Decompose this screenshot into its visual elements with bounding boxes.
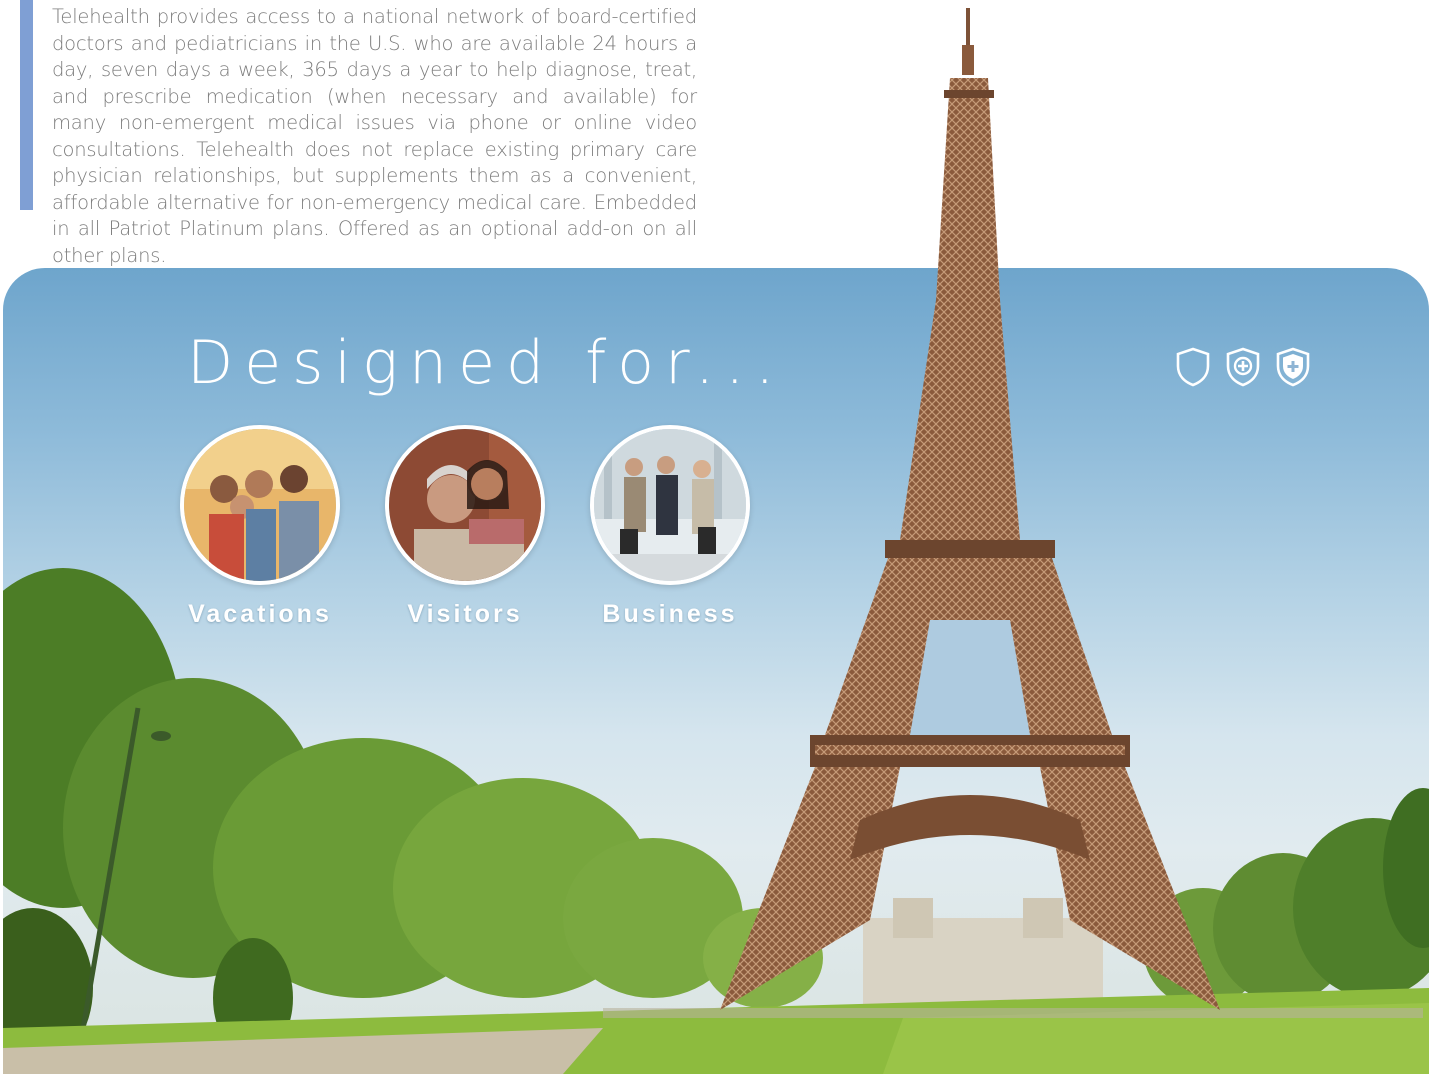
category-label-visitors: Visitors <box>407 600 523 628</box>
group-of-friends-image <box>184 429 336 581</box>
accent-bar <box>20 0 33 210</box>
telehealth-description: Telehealth provides access to a national… <box>52 5 697 267</box>
vacations-photo <box>180 425 340 585</box>
category-label-vacations: Vacations <box>188 600 332 628</box>
category-label-business: Business <box>602 600 738 628</box>
shield-plus-filled-icon <box>1276 347 1310 387</box>
business-photo <box>590 425 750 585</box>
designed-for-heading: Designed for... <box>187 328 786 398</box>
shield-icon-group <box>1175 346 1311 388</box>
grandmother-and-granddaughter-image <box>389 429 541 581</box>
visitors-photo <box>385 425 545 585</box>
shield-plus-icon <box>1226 347 1260 387</box>
shield-outline-icon <box>1176 347 1210 387</box>
business-travelers-image <box>594 429 746 581</box>
